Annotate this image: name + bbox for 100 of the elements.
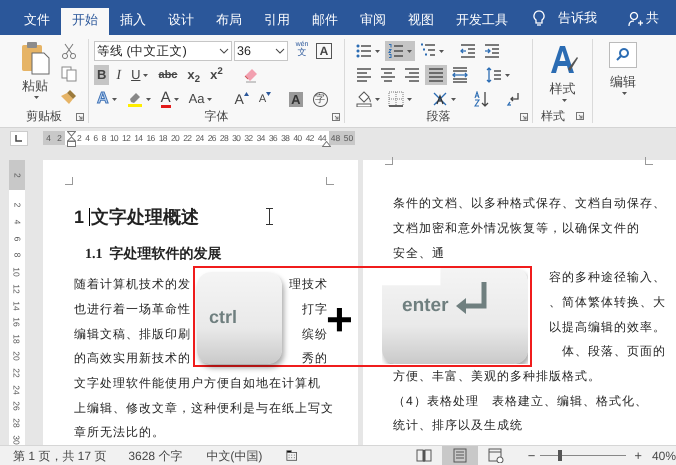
grow-font-button[interactable]: A bbox=[231, 89, 252, 109]
ruler-number: 10 bbox=[12, 267, 22, 277]
styles-button[interactable]: 样式 bbox=[548, 43, 578, 109]
key-label: ctrl bbox=[209, 306, 238, 329]
paste-button[interactable]: 粘贴 bbox=[16, 41, 54, 109]
body-text: 章所无法比的。 bbox=[74, 424, 165, 442]
zoom-level[interactable]: 40% bbox=[652, 446, 676, 464]
ruler-number: 18 bbox=[158, 132, 167, 145]
ruler-number: 30 bbox=[232, 132, 240, 145]
justify-button[interactable] bbox=[425, 65, 447, 85]
ruler-number: 12 bbox=[122, 132, 130, 145]
ruler-number: 2 bbox=[57, 132, 62, 145]
font-size-dropdown[interactable]: 36 bbox=[234, 41, 288, 61]
bullets-icon bbox=[356, 43, 372, 59]
lightbulb-icon bbox=[533, 10, 545, 27]
font-color-button[interactable]: A bbox=[158, 89, 182, 109]
dialog-launcher-icon[interactable] bbox=[76, 113, 84, 121]
tell-me-search[interactable]: 告诉我 bbox=[558, 8, 597, 27]
ruler-number: 42 bbox=[306, 132, 314, 145]
ribbon-tab[interactable]: 引用 bbox=[253, 8, 301, 35]
key-label: enter bbox=[402, 294, 448, 318]
shrink-font-button[interactable]: A bbox=[256, 89, 274, 109]
numbered-list-button[interactable] bbox=[385, 41, 415, 61]
tab-stop-icon bbox=[10, 130, 28, 146]
chevron-down-icon bbox=[219, 48, 229, 54]
clipboard-icon bbox=[20, 41, 50, 75]
margin-corner-mark bbox=[65, 177, 73, 185]
slider-thumb[interactable] bbox=[558, 450, 562, 461]
zoom-out-button[interactable]: − bbox=[528, 446, 536, 465]
ribbon-tab[interactable]: 插入 bbox=[109, 8, 157, 35]
body-text: 理技术 bbox=[289, 276, 328, 294]
ribbon-tab[interactable]: 文件 bbox=[13, 8, 61, 35]
share-button[interactable]: 共 bbox=[646, 8, 659, 27]
ruler-number: 16 bbox=[12, 318, 22, 328]
print-layout-icon bbox=[452, 448, 468, 463]
language-indicator[interactable]: 中文(中国) bbox=[206, 446, 262, 464]
ruler-number: 2 bbox=[77, 132, 82, 145]
text-cursor bbox=[89, 208, 90, 226]
align-center-icon bbox=[380, 67, 396, 83]
bold-button[interactable]: B bbox=[94, 65, 110, 85]
ruler-number: 16 bbox=[146, 132, 155, 145]
ruler-number: 6 bbox=[93, 132, 98, 145]
copy-icon bbox=[61, 66, 77, 82]
italic-button[interactable]: I bbox=[113, 65, 124, 85]
macro-icon bbox=[286, 449, 298, 462]
body-text: 缤纷 bbox=[302, 326, 328, 343]
body-text: 也进行着一场革命性 bbox=[74, 300, 191, 318]
body-text: 打字 bbox=[302, 300, 328, 318]
ruler-number: 14 bbox=[12, 300, 22, 310]
font-name-dropdown[interactable]: 等线 (中文正文) bbox=[94, 41, 232, 61]
ribbon-tab[interactable]: 开始 bbox=[61, 8, 109, 35]
dialog-launcher-icon[interactable] bbox=[520, 113, 528, 121]
ribbon-tab[interactable]: 邮件 bbox=[301, 8, 349, 35]
zoom-in-button[interactable]: + bbox=[634, 446, 642, 465]
plus-sign: + bbox=[326, 296, 353, 342]
body-text: 编辑文稿、排版印刷 bbox=[74, 326, 191, 343]
strikethrough-button[interactable]: abc bbox=[155, 65, 180, 85]
ruler-number: 20 bbox=[170, 132, 180, 145]
ruler-number: 38 bbox=[281, 132, 290, 145]
ruler-number: 26 bbox=[208, 132, 216, 145]
body-text: 统计、排序以及生成统 bbox=[393, 417, 523, 434]
ruler-number: 48 bbox=[330, 132, 340, 145]
superscript-button[interactable]: x$^{2}$ bbox=[207, 65, 226, 85]
editing-button[interactable]: 编辑 bbox=[609, 42, 637, 94]
dialog-launcher-icon[interactable] bbox=[576, 112, 584, 120]
paint-bucket-icon bbox=[356, 91, 372, 107]
ruler-number: 32 bbox=[244, 132, 252, 145]
body-text: 方便、丰富、美观的多种排版格式。 bbox=[393, 368, 601, 385]
eraser-icon bbox=[242, 67, 259, 83]
body-text: 随着计算机技术的发 bbox=[74, 276, 191, 294]
dialog-launcher-icon[interactable] bbox=[332, 113, 340, 121]
ruler-number: 24 bbox=[195, 132, 204, 145]
line-spacing-icon bbox=[486, 67, 502, 83]
print-layout-button[interactable] bbox=[442, 446, 478, 465]
character-border-button[interactable]: A bbox=[316, 43, 332, 59]
search-icon bbox=[609, 42, 637, 68]
zoom-slider[interactable] bbox=[540, 450, 626, 461]
ribbon-tab[interactable]: 视图 bbox=[397, 8, 445, 35]
ruler-number: 8 bbox=[12, 252, 22, 258]
ruler-number: 4 bbox=[85, 132, 90, 145]
ruler-number: 10 bbox=[110, 132, 118, 145]
chevron-down-icon bbox=[275, 48, 285, 54]
ruler-number: 4 bbox=[46, 132, 51, 145]
sort-icon bbox=[474, 91, 490, 107]
format-painter-button[interactable] bbox=[60, 88, 78, 105]
caret-icon bbox=[622, 92, 627, 94]
person-add-icon bbox=[628, 11, 643, 27]
subheading-text: 1.1 字处理软件的发展 bbox=[85, 244, 222, 264]
ribbon-tab[interactable]: 审阅 bbox=[349, 8, 397, 35]
word-count[interactable]: 3628 个字 bbox=[128, 446, 182, 464]
subscript-button[interactable]: x$_{2}$ bbox=[184, 65, 204, 85]
cut-button[interactable] bbox=[60, 42, 78, 59]
ribbon-tab[interactable]: 设计 bbox=[157, 8, 205, 35]
ruler-number: 50 bbox=[344, 132, 354, 145]
change-case-button[interactable]: Aa bbox=[186, 89, 216, 109]
ribbon-tab[interactable]: 开发工具 bbox=[445, 8, 519, 35]
page-count[interactable]: 第 1 页，共 17 页 bbox=[13, 446, 106, 464]
copy-button[interactable] bbox=[60, 65, 78, 82]
ribbon-tab[interactable]: 布局 bbox=[205, 8, 253, 35]
underline-button[interactable]: U bbox=[128, 65, 152, 85]
